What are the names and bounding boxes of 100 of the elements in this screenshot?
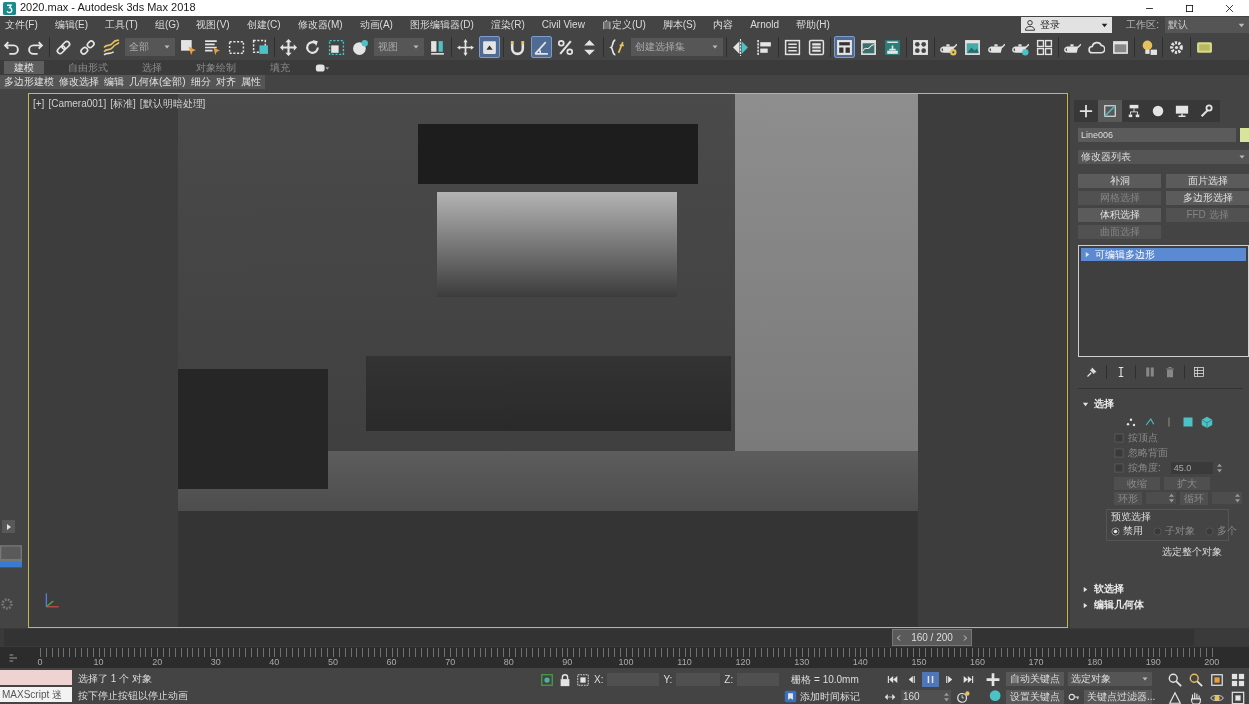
four-squares-icon[interactable] — [1231, 672, 1245, 687]
modifier-list-dropdown[interactable]: 修改器列表 — [1078, 150, 1249, 164]
lock-icon[interactable] — [558, 672, 572, 687]
ribbon-tab[interactable]: 建模 — [4, 61, 44, 74]
modifier-button[interactable]: 补洞 — [1078, 174, 1161, 188]
time-slider-handle[interactable]: 160 / 200 — [892, 629, 972, 646]
square-triangle-button[interactable] — [479, 36, 500, 58]
ribbon-tab[interactable]: 填充 — [260, 61, 300, 74]
toolbar-dropdown[interactable]: 创建选择集 — [631, 38, 723, 56]
wave-button[interactable] — [101, 36, 122, 58]
rollout-title[interactable]: 编辑几何体 — [1094, 599, 1144, 611]
modifier-button[interactable]: 面片选择 — [1166, 174, 1249, 188]
dotted-square-icon[interactable] — [576, 672, 590, 687]
menu-item[interactable]: 视图(V) — [196, 19, 230, 31]
menu-item[interactable]: 自定义(U) — [601, 19, 646, 31]
workspace-dropdown[interactable]: 默认 — [1165, 17, 1249, 33]
menu-item[interactable]: 内容 — [713, 19, 734, 31]
pin-icon[interactable] — [1086, 366, 1098, 378]
menu-item[interactable]: 修改器(M) — [297, 19, 343, 31]
status-hint: 按下停止按钮以停止动画 — [78, 690, 189, 702]
timeline-ruler[interactable] — [40, 648, 1213, 657]
spinner-icon[interactable] — [1216, 463, 1222, 473]
ribbon-panel-title[interactable]: 细分 — [190, 76, 211, 88]
window-panels-button[interactable] — [834, 36, 855, 58]
menu-item[interactable]: 帮助(H) — [796, 19, 830, 31]
object-name-field[interactable]: Line006 — [1078, 128, 1236, 142]
ribbon-tab[interactable]: 对象绘制 — [186, 61, 246, 74]
frame-square-icon[interactable] — [1210, 672, 1224, 687]
ribbon-panel-title[interactable]: 属性 — [240, 76, 261, 88]
dotted-ring-icon[interactable] — [0, 597, 14, 611]
triangle-icon[interactable] — [1082, 601, 1089, 609]
set-key-button[interactable]: 设置关键点 — [1006, 689, 1064, 704]
expand-button[interactable] — [2, 520, 15, 533]
menu-item[interactable]: 文件(F) — [5, 19, 38, 31]
viewport-menu-label[interactable]: [+] — [33, 98, 45, 110]
toolbar-dropdown[interactable]: 全部 — [125, 38, 175, 56]
login-dropdown[interactable]: 登录 — [1021, 17, 1113, 33]
spinner-field[interactable] — [1146, 492, 1176, 504]
script-listener-field[interactable]: MAXScript 迷 — [0, 687, 72, 702]
frame-field[interactable]: 160 — [901, 690, 951, 704]
script-input-field[interactable] — [0, 670, 72, 685]
viewport-menu-label[interactable]: [默认明暗处理] — [139, 98, 206, 110]
ribbon-panel-title[interactable]: 多边形建模 — [4, 76, 54, 88]
magnifier-icon[interactable] — [1168, 672, 1182, 687]
table-icon — [784, 38, 801, 56]
menu-item[interactable]: 编辑(E) — [54, 19, 89, 31]
add-time-tag-button[interactable]: 添加时间标记 — [784, 690, 884, 703]
ribbon-panel-title[interactable]: 修改选择 — [59, 76, 99, 88]
double-arrow-icon[interactable] — [884, 691, 896, 703]
color-swatch[interactable] — [1240, 128, 1249, 142]
menu-item[interactable]: Arnold — [750, 19, 780, 31]
workspace-label: 工作区: — [1126, 19, 1159, 31]
config-grid-icon[interactable] — [1193, 366, 1205, 378]
viewport-menu-label[interactable]: [Camera001] — [48, 98, 107, 110]
ribbon-tab[interactable]: 自由形式 — [58, 61, 118, 74]
radio-button-icon[interactable] — [1111, 526, 1120, 536]
menu-item[interactable]: 组(G) — [154, 19, 180, 31]
pause-button[interactable] — [922, 672, 939, 687]
viewport[interactable]: [+] [Camera001] [标准] [默认明暗处理] — [28, 93, 1068, 628]
ribbon-panel-title[interactable]: 编辑 — [104, 76, 124, 88]
ribbon-tab[interactable]: 选择 — [132, 61, 172, 74]
menu-item[interactable]: 工具(T) — [105, 19, 138, 31]
modifier-stack-item[interactable]: 可编辑多边形 — [1081, 248, 1246, 261]
modifier-button[interactable]: 体积选择 — [1078, 208, 1161, 222]
ribbon-panel-title[interactable]: 对齐 — [215, 76, 236, 88]
clock-icon[interactable] — [956, 690, 970, 704]
viewport-menu-label[interactable]: [标准] — [110, 98, 136, 110]
menu-item[interactable]: Civil View — [541, 19, 585, 31]
plus-disc-icon[interactable] — [984, 671, 1002, 701]
hand-icon[interactable] — [1189, 690, 1203, 704]
triangle-icon[interactable] — [1082, 585, 1089, 593]
auto-key-button[interactable]: 自动关键点 — [1006, 671, 1064, 686]
time-slider-track[interactable]: 160 / 200 — [4, 629, 1194, 646]
toolbar-dropdown[interactable]: 视图 — [374, 38, 424, 56]
selection-set-dropdown[interactable]: 选定对象 — [1068, 671, 1152, 686]
menu-item[interactable]: 脚本(S) — [662, 19, 697, 31]
close-icon[interactable] — [1223, 2, 1235, 14]
split-bars-icon[interactable] — [1144, 366, 1156, 378]
magnifier-icon[interactable] — [1189, 672, 1203, 687]
mirror-triangles-button[interactable] — [730, 36, 751, 58]
triangle-outline-icon[interactable] — [1168, 690, 1182, 704]
maximize-square-icon[interactable] — [1231, 690, 1245, 704]
target-square-icon[interactable] — [540, 672, 554, 687]
triangle-icon[interactable] — [1082, 400, 1089, 408]
angle-button[interactable] — [531, 36, 552, 58]
menu-item[interactable]: 渲染(R) — [490, 19, 525, 31]
bin-icon[interactable] — [1164, 366, 1176, 378]
spinner-icon — [944, 692, 949, 702]
rollout-title[interactable]: 软选择 — [1094, 583, 1124, 595]
command-panel-tab[interactable] — [1098, 100, 1122, 122]
modifier-button[interactable]: 多边形选择 — [1166, 191, 1249, 205]
spinner-field[interactable] — [1212, 492, 1242, 504]
maximize-icon[interactable] — [1183, 2, 1195, 14]
four-way-arrow-button[interactable] — [278, 36, 299, 58]
menu-item[interactable]: 图形编辑器(D) — [409, 19, 474, 31]
menu-item[interactable]: 动画(A) — [359, 19, 393, 31]
rollout-title[interactable]: 选择 — [1094, 398, 1114, 410]
menu-item[interactable]: 创建(C) — [246, 19, 281, 31]
ribbon-panel-title[interactable]: 几何体(全部) — [129, 76, 186, 88]
crosshair-button[interactable] — [455, 36, 476, 58]
